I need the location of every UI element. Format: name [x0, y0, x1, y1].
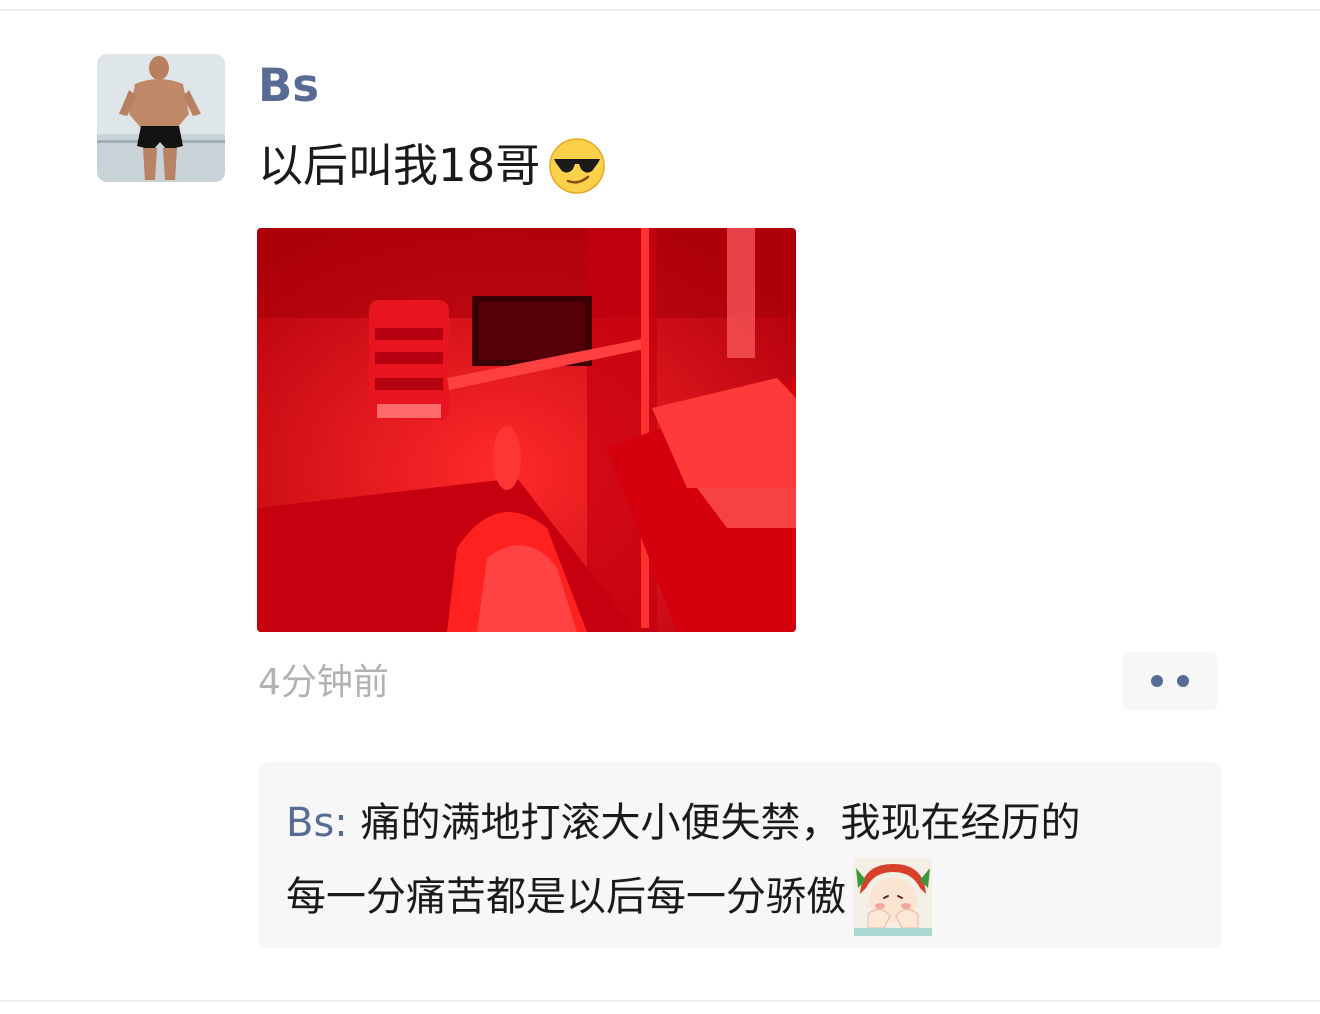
post-timestamp: 4分钟前 [258, 662, 389, 703]
post-text-row: 以后叫我18哥 [258, 136, 606, 196]
comment-line-1: Bs : 痛的满地打滚大小便失禁，我现在经历的 [286, 788, 1194, 858]
post-text: 以后叫我18哥 [258, 139, 541, 192]
top-divider [0, 9, 1320, 11]
sunglasses-emoji-icon [548, 137, 606, 195]
more-actions-button[interactable] [1122, 652, 1218, 710]
more-dot-icon [1151, 675, 1163, 687]
comment-text-2: 每一分痛苦都是以后每一分骄傲 [286, 874, 846, 920]
post-author-name[interactable]: Bs [258, 58, 319, 114]
post-photo[interactable] [257, 228, 796, 632]
more-dot-icon [1177, 675, 1189, 687]
comment-line-2: 每一分痛苦都是以后每一分骄傲 [286, 858, 1194, 936]
bottom-divider [0, 1000, 1320, 1002]
comment-author[interactable]: Bs [286, 788, 334, 858]
comment-text-1: 痛的满地打滚大小便失禁，我现在经历的 [360, 800, 1081, 846]
cute-girl-sticker-icon [854, 858, 932, 936]
comment-box: Bs : 痛的满地打滚大小便失禁，我现在经历的 每一分痛苦都是以后每一分骄傲 [258, 762, 1222, 948]
comment-separator: : [334, 800, 361, 846]
avatar[interactable] [97, 54, 225, 182]
